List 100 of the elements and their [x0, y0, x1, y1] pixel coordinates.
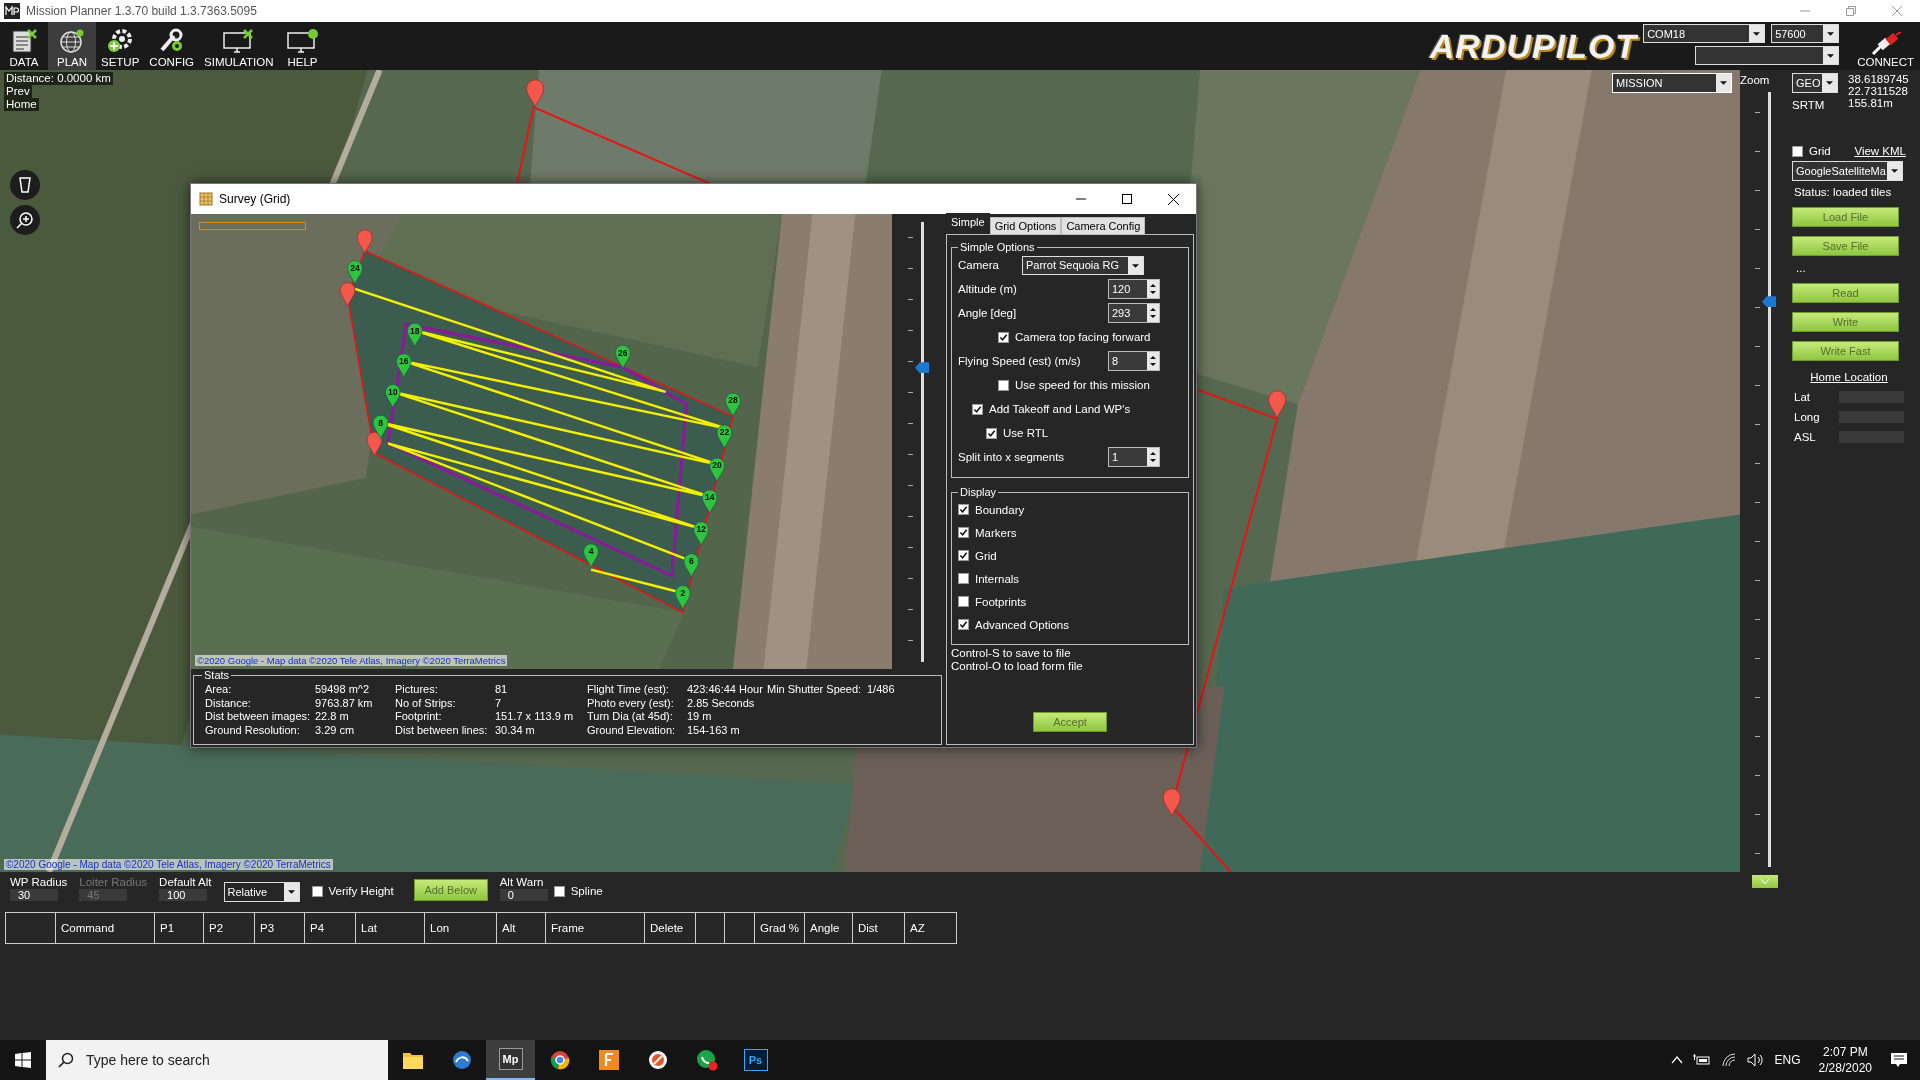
- checkbox[interactable]: [958, 550, 969, 561]
- checkbox[interactable]: [998, 379, 1009, 391]
- app-icon[interactable]: [647, 1050, 668, 1070]
- tab[interactable]: Camera Config: [1061, 217, 1146, 234]
- column-header[interactable]: P2: [203, 913, 254, 943]
- checkbox[interactable]: [958, 573, 969, 584]
- camera-dropdown[interactable]: Parrot Sequoia RG: [1022, 255, 1144, 275]
- checkbox[interactable]: [311, 885, 323, 897]
- view-kml-link[interactable]: View KML: [1854, 145, 1906, 157]
- column-header[interactable]: Delete: [644, 913, 695, 943]
- checkbox[interactable]: [958, 527, 969, 538]
- stat-label: Area:: [205, 683, 233, 697]
- checkbox[interactable]: [998, 331, 1009, 343]
- battery-icon[interactable]: [1692, 1054, 1711, 1066]
- column-header[interactable]: Command: [55, 913, 154, 943]
- checkbox[interactable]: [972, 403, 983, 415]
- frame-dropdown[interactable]: Relative: [223, 882, 300, 902]
- checkbox[interactable]: [1792, 145, 1803, 157]
- connect-button[interactable]: CONNECT: [1839, 22, 1920, 70]
- toolbar-button[interactable]: SETUP: [96, 22, 145, 70]
- column-header[interactable]: P4: [304, 913, 355, 943]
- number-spinner[interactable]: 8: [1108, 351, 1160, 371]
- toolbar-button[interactable]: HELP: [278, 22, 327, 70]
- field-label: Altitude (m): [958, 283, 1018, 295]
- baud-dropdown[interactable]: 57600: [1771, 24, 1840, 43]
- map-info-text: Distance: 0.0000 km: [4, 72, 113, 85]
- chat-icon[interactable]: [695, 1049, 718, 1071]
- folder-icon[interactable]: [402, 1051, 423, 1069]
- column-header[interactable]: Frame: [545, 913, 644, 943]
- checkbox-label: Use RTL: [1003, 427, 1049, 439]
- port-dropdown[interactable]: COM18: [1643, 24, 1766, 43]
- stat-value: 151.7 x 113.9 m: [495, 710, 575, 724]
- waypoint-marker: 6: [683, 553, 699, 578]
- field-label: Camera: [958, 259, 1000, 271]
- checkbox-label: Verify Height: [328, 885, 394, 897]
- checkbox[interactable]: [958, 596, 969, 607]
- restore-icon[interactable]: [1846, 6, 1856, 16]
- file-button[interactable]: Save File: [1792, 236, 1899, 256]
- notification-icon[interactable]: [1890, 1052, 1908, 1068]
- dropdown[interactable]: [1695, 46, 1840, 65]
- mission-button[interactable]: Read: [1792, 283, 1899, 303]
- waypoint-marker: 12: [693, 521, 709, 546]
- checkbox[interactable]: [958, 619, 969, 630]
- column-header[interactable]: P3: [254, 913, 304, 943]
- slider-thumb[interactable]: [915, 362, 929, 374]
- windows-icon: [15, 1052, 31, 1068]
- app-icon[interactable]: Ps: [743, 1049, 768, 1071]
- mission-button[interactable]: Write Fast: [1792, 341, 1899, 361]
- file-button[interactable]: Load File: [1792, 207, 1899, 227]
- clock[interactable]: 2:07 PM 2/28/2020: [1818, 1044, 1872, 1076]
- map-provider-dropdown[interactable]: GoogleSatelliteMa: [1792, 161, 1903, 181]
- coordinate-dropdown[interactable]: GEO: [1792, 73, 1838, 93]
- number-spinner[interactable]: 1: [1108, 447, 1160, 467]
- column-header[interactable]: Lon: [424, 913, 496, 943]
- checkbox[interactable]: [553, 885, 565, 897]
- search-field[interactable]: Type here to search: [46, 1040, 388, 1080]
- checkbox-label: Internals: [975, 572, 1020, 585]
- taskbar-app[interactable]: Mp: [486, 1040, 535, 1080]
- column-header[interactable]: P1: [154, 913, 203, 943]
- app-icon[interactable]: [451, 1050, 472, 1070]
- number-spinner[interactable]: 120: [1108, 279, 1160, 299]
- close-icon[interactable]: [1167, 193, 1179, 205]
- field-label: WP Radius: [10, 876, 68, 888]
- language-indicator[interactable]: ENG: [1774, 1053, 1801, 1067]
- add-below-button[interactable]: Add Below: [413, 879, 488, 901]
- tab[interactable]: Grid Options: [989, 217, 1062, 234]
- toolbar-button[interactable]: CONFIG: [144, 22, 200, 70]
- waypoint-marker: 4: [583, 543, 599, 568]
- maximize-icon[interactable]: [1122, 194, 1132, 204]
- app-icon[interactable]: Mp: [498, 1048, 523, 1070]
- input-field[interactable]: 100: [159, 889, 208, 901]
- taskbar-app[interactable]: Ps: [731, 1040, 780, 1080]
- mission-button[interactable]: Write: [1792, 312, 1899, 332]
- input-field[interactable]: 0: [499, 889, 548, 901]
- mode-dropdown[interactable]: MISSION: [1612, 73, 1732, 93]
- number-spinner[interactable]: 293: [1108, 303, 1160, 323]
- slider-thumb[interactable]: [1762, 296, 1776, 308]
- input-field[interactable]: 30: [10, 889, 58, 901]
- chevron-up-icon[interactable]: [1670, 1056, 1683, 1064]
- app-icon[interactable]: [598, 1050, 619, 1070]
- checkbox[interactable]: [986, 427, 997, 439]
- column-header[interactable]: Lat: [355, 913, 424, 943]
- column-header[interactable]: Dist: [852, 913, 904, 943]
- stat-value: 59498 m^2: [315, 683, 371, 697]
- toolbar-button[interactable]: DATA: [0, 22, 48, 70]
- column-header[interactable]: Grad %: [754, 913, 804, 943]
- home-location-link[interactable]: Home Location: [1810, 371, 1888, 383]
- checkbox[interactable]: [958, 504, 969, 515]
- column-header[interactable]: AZ: [904, 913, 956, 943]
- column-header[interactable]: Angle: [804, 913, 852, 943]
- volume-icon[interactable]: [1746, 1053, 1765, 1067]
- browser-icon[interactable]: [549, 1050, 570, 1070]
- hint-text: Control-O to load form file: [951, 660, 1084, 673]
- toolbar-button[interactable]: PLAN: [48, 22, 96, 70]
- wifi-icon[interactable]: [1720, 1053, 1737, 1067]
- monitor-icon: [221, 28, 256, 54]
- toolbar-button[interactable]: SIMULATION: [199, 22, 279, 70]
- column-header[interactable]: Alt: [496, 913, 545, 943]
- waypoint-marker: 26: [615, 344, 631, 370]
- field-label: Split into x segments: [958, 451, 1066, 463]
